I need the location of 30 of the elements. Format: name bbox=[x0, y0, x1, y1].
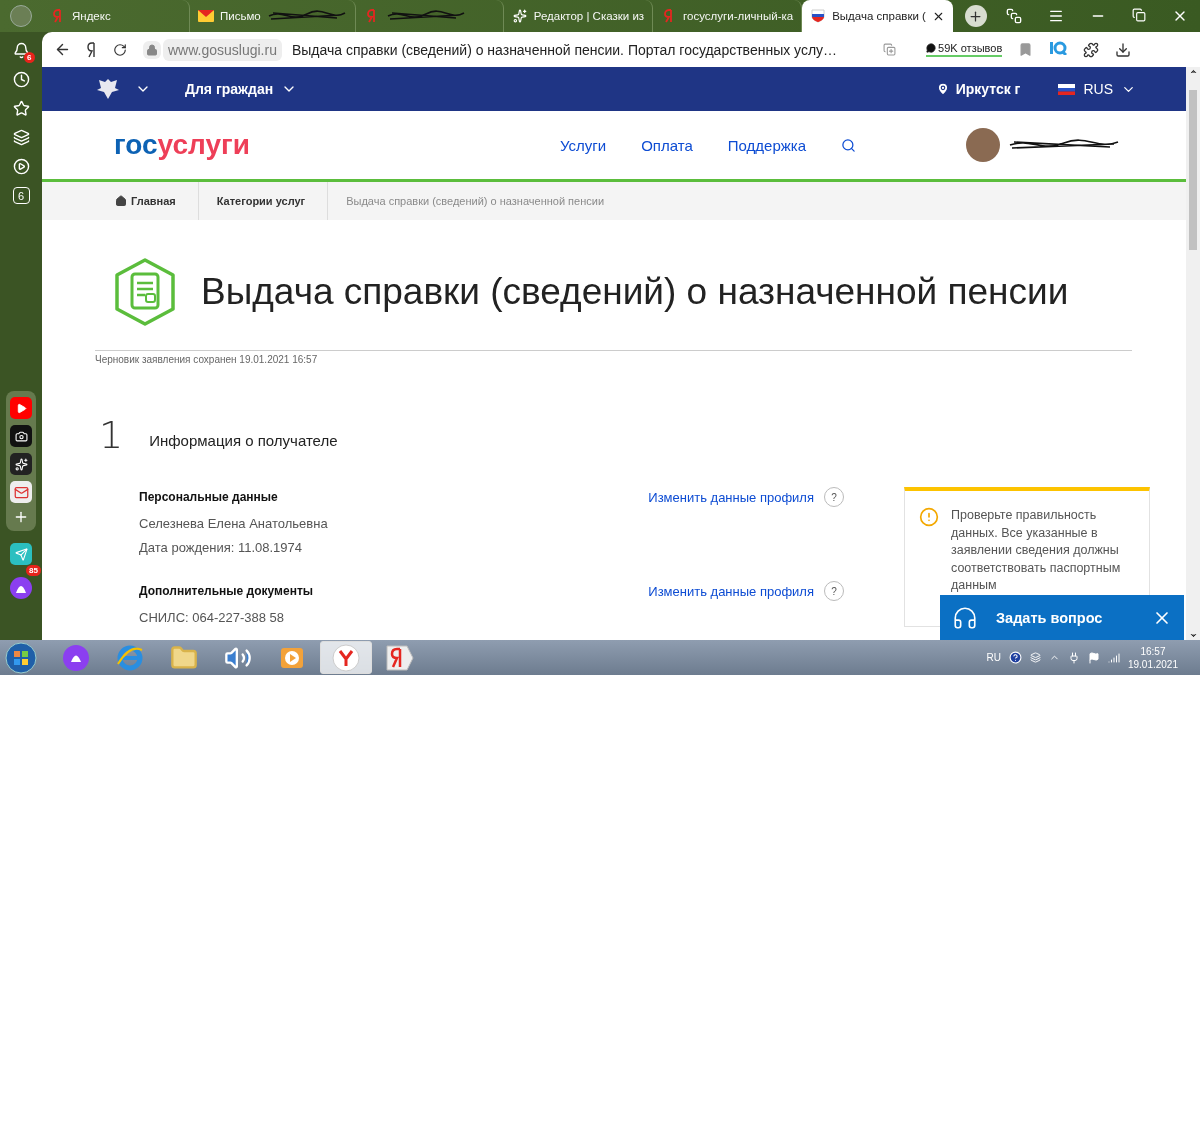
nav-link[interactable]: Услуги bbox=[560, 136, 607, 154]
step-number: 1 bbox=[99, 413, 124, 457]
nav-link[interactable]: Оплата bbox=[641, 136, 693, 154]
section-title: Дополнительные документы bbox=[139, 584, 313, 598]
page-heading: Выдача справки (сведений) о назначенной пенсии bbox=[201, 271, 1069, 313]
site-logo[interactable]: госуслуги bbox=[114, 129, 250, 161]
field-value: СНИЛС: 064-227-388 58 bbox=[139, 610, 286, 625]
field-value: Селезнева Елена Анатольевна bbox=[139, 516, 329, 531]
browser-tab[interactable]: Выдача справки ( bbox=[802, 0, 953, 32]
field-value: Дата рождения: 11.08.1974 bbox=[139, 540, 304, 555]
notice-text: Проверьте правильность данных. Все указанные в заявлении сведения должны соответствовать паспортным данным bbox=[951, 507, 1122, 594]
ask-question-button[interactable]: Задать вопрос bbox=[940, 595, 1184, 640]
city-link[interactable]: Иркутск г bbox=[955, 81, 1021, 97]
draft-note: Черновик заявления сохранен 19.01.2021 16:57 bbox=[95, 354, 319, 365]
edit-profile-link[interactable]: Изменить данные профиля bbox=[648, 489, 814, 505]
breadcrumb-link[interactable]: Главная bbox=[115, 182, 199, 220]
edit-profile-link[interactable]: Изменить данные профиля bbox=[648, 583, 814, 599]
site-domain[interactable]: www.gosuslugi.ru bbox=[163, 38, 282, 61]
section-title: Персональные данные bbox=[139, 490, 278, 504]
nav-link[interactable]: Поддержка bbox=[727, 136, 806, 154]
reviews-link[interactable]: 59K отзывов bbox=[926, 42, 1003, 57]
tab-count[interactable]: 6 bbox=[12, 187, 30, 204]
messenger-badge: 85 bbox=[26, 565, 41, 576]
language-selector[interactable]: RUS bbox=[1058, 81, 1136, 97]
step-title: Информация о получателе bbox=[149, 431, 338, 449]
breadcrumb-link[interactable]: Категории услуг bbox=[216, 182, 329, 220]
clock-display[interactable]: 16:57 19.01.2021 bbox=[1127, 644, 1178, 671]
citizens-menu[interactable]: Для граждан bbox=[185, 81, 298, 97]
page-title-field[interactable]: Выдача справки (сведений) о назначенной пенсии. Портал государственных услу… bbox=[291, 41, 838, 58]
notification-badge: 6 bbox=[24, 52, 35, 63]
